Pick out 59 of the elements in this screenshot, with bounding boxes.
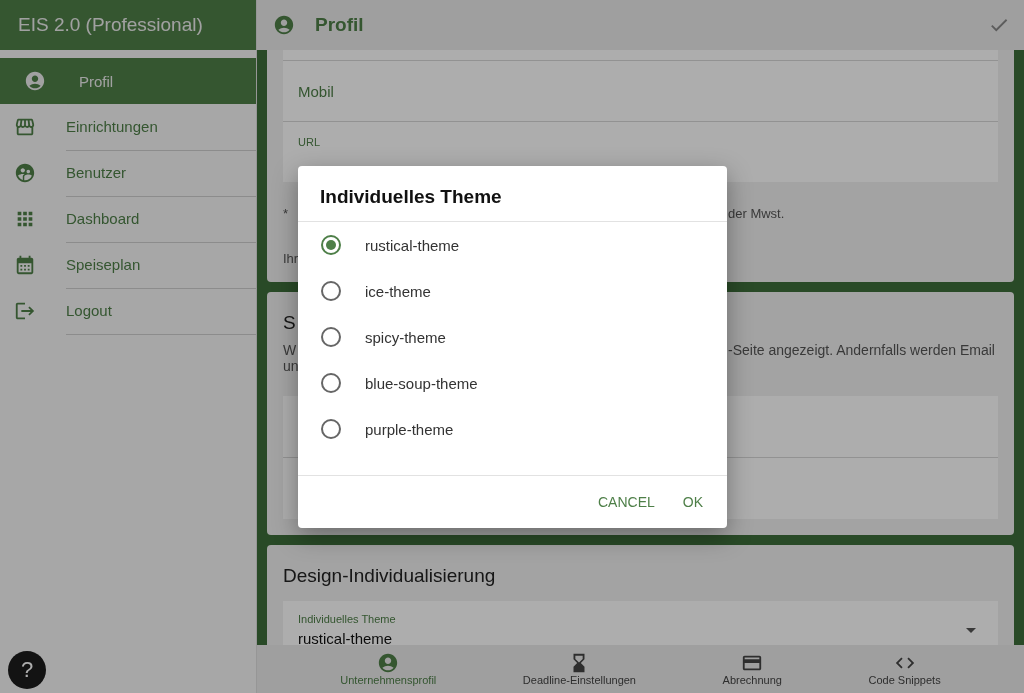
sidebar-item-label: Speiseplan [66, 241, 256, 289]
radio-button[interactable] [321, 235, 341, 255]
sidebar-item[interactable]: Benutzer [0, 150, 256, 196]
dropdown-caret-icon [966, 627, 976, 633]
theme-option[interactable]: spicy-theme [298, 314, 727, 360]
option-label: spicy-theme [365, 328, 446, 346]
theme-option[interactable]: purple-theme [298, 406, 727, 452]
field-label: Individuelles Theme [298, 613, 397, 625]
option-label: blue-soup-theme [365, 374, 478, 392]
account-icon [273, 14, 295, 36]
account-icon [24, 70, 46, 92]
note-text: der Mwst. [728, 206, 785, 221]
note-text: * [283, 206, 290, 221]
theme-option[interactable]: rustical-theme [298, 222, 727, 268]
card-title: Design-Individualisierung [283, 565, 497, 587]
info-text: Ihr [283, 251, 299, 266]
sidebar-item[interactable]: Einrichtungen [0, 104, 256, 150]
nav-tab[interactable]: Abrechnung [722, 645, 782, 693]
radio-button[interactable] [321, 281, 341, 301]
option-label: purple-theme [365, 420, 454, 438]
description-text: W [283, 342, 298, 358]
sidebar-item[interactable]: Logout [0, 288, 256, 334]
sidebar-item[interactable]: Dashboard [0, 196, 256, 242]
help-button[interactable]: ? [8, 651, 46, 689]
theme-option[interactable]: blue-soup-theme [298, 360, 727, 406]
logout-icon [14, 300, 36, 322]
option-label: ice-theme [365, 282, 431, 300]
sidebar-item-label: Benutzer [66, 149, 256, 197]
account-icon [377, 652, 400, 674]
nav-tab[interactable]: Unternehmensprofil [340, 645, 437, 693]
card-title: S [283, 312, 297, 334]
dialog-button[interactable]: OK [672, 488, 713, 516]
dialog-title: Individuelles Theme [298, 166, 727, 222]
radio-button[interactable] [321, 373, 341, 393]
sidebar-item-label: Dashboard [66, 195, 256, 243]
theme-select[interactable]: Individuelles Theme rustical-theme [283, 601, 998, 645]
theme-option[interactable]: ice-theme [298, 268, 727, 314]
calendar-icon [14, 254, 36, 276]
input-field[interactable]: Mobil [283, 60, 998, 121]
app-title: EIS 2.0 (Professional) [18, 14, 203, 36]
field-placeholder: Mobil [298, 82, 335, 100]
radio-button[interactable] [321, 327, 341, 347]
users-icon [14, 162, 36, 184]
sidebar-item[interactable]: Speiseplan [0, 242, 256, 288]
description-text: -Seite angezeigt. Andernfalls werden Email [728, 342, 995, 358]
dialog-button[interactable]: CANCEL [587, 488, 665, 516]
storefront-icon [14, 116, 36, 138]
description-text: un [283, 358, 299, 374]
nav-tab[interactable]: Code Snippets [868, 645, 941, 693]
sidebar-item-label: Einrichtungen [66, 103, 256, 151]
sidebar-item-label: Profil [79, 71, 115, 92]
sidebar-item-label: Logout [66, 287, 256, 335]
page-title: Profil [315, 14, 365, 36]
radio-button[interactable] [321, 419, 341, 439]
field-value: rustical-theme [298, 630, 394, 645]
option-label: rustical-theme [365, 236, 460, 254]
field-label: URL [298, 136, 321, 148]
sidebar-item[interactable]: Profil [0, 58, 256, 104]
nav-tab[interactable]: Deadline-Einstellungen [522, 645, 636, 693]
